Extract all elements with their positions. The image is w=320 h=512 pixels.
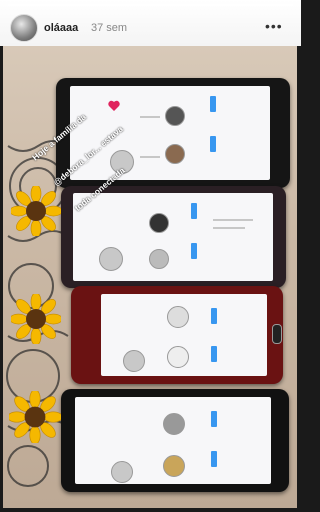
profile-avatar-icon (111, 461, 133, 483)
post-thumb-icon (165, 144, 185, 164)
post-thumb-icon (165, 106, 185, 126)
post-thumb-icon (167, 306, 189, 328)
follow-button-icon (211, 346, 217, 362)
story-viewer: Hoje a família da @debora_lor... estava … (0, 0, 301, 512)
profile-avatar-icon (99, 247, 123, 271)
post-thumb-icon (163, 455, 185, 477)
post-thumb-icon (163, 413, 185, 435)
more-icon[interactable]: ••• (265, 18, 283, 34)
story-progress-fill (8, 4, 293, 6)
username[interactable]: oláaaa (44, 22, 78, 34)
phone-4-screen (75, 397, 271, 484)
sunflower-sticker (11, 294, 61, 344)
profile-avatar-icon (123, 350, 145, 372)
follow-button-icon (210, 96, 216, 112)
follow-button-icon (211, 451, 217, 467)
sunflower-sticker (11, 186, 61, 236)
sunflower-sticker (9, 391, 61, 443)
avatar[interactable] (10, 14, 38, 42)
post-thumb-icon (167, 346, 189, 368)
text-line (213, 219, 253, 221)
story-age: 37 sem (91, 22, 128, 34)
follow-button-icon (191, 203, 197, 219)
phone-4 (61, 389, 289, 492)
heart-icon (108, 100, 120, 111)
text-line (213, 227, 245, 229)
phone-3-screen (101, 294, 267, 376)
text-line (140, 116, 160, 118)
home-button-icon (272, 324, 282, 344)
follow-button-icon (211, 411, 217, 427)
follow-button-icon (191, 243, 197, 259)
follow-button-icon (211, 308, 217, 324)
post-thumb-icon (149, 249, 169, 269)
story-header: oláaaa 37 sem ••• (0, 0, 301, 46)
post-thumb-icon (149, 213, 169, 233)
story-progress-bar (8, 4, 293, 6)
follow-button-icon (210, 136, 216, 152)
phone-3 (71, 286, 283, 384)
